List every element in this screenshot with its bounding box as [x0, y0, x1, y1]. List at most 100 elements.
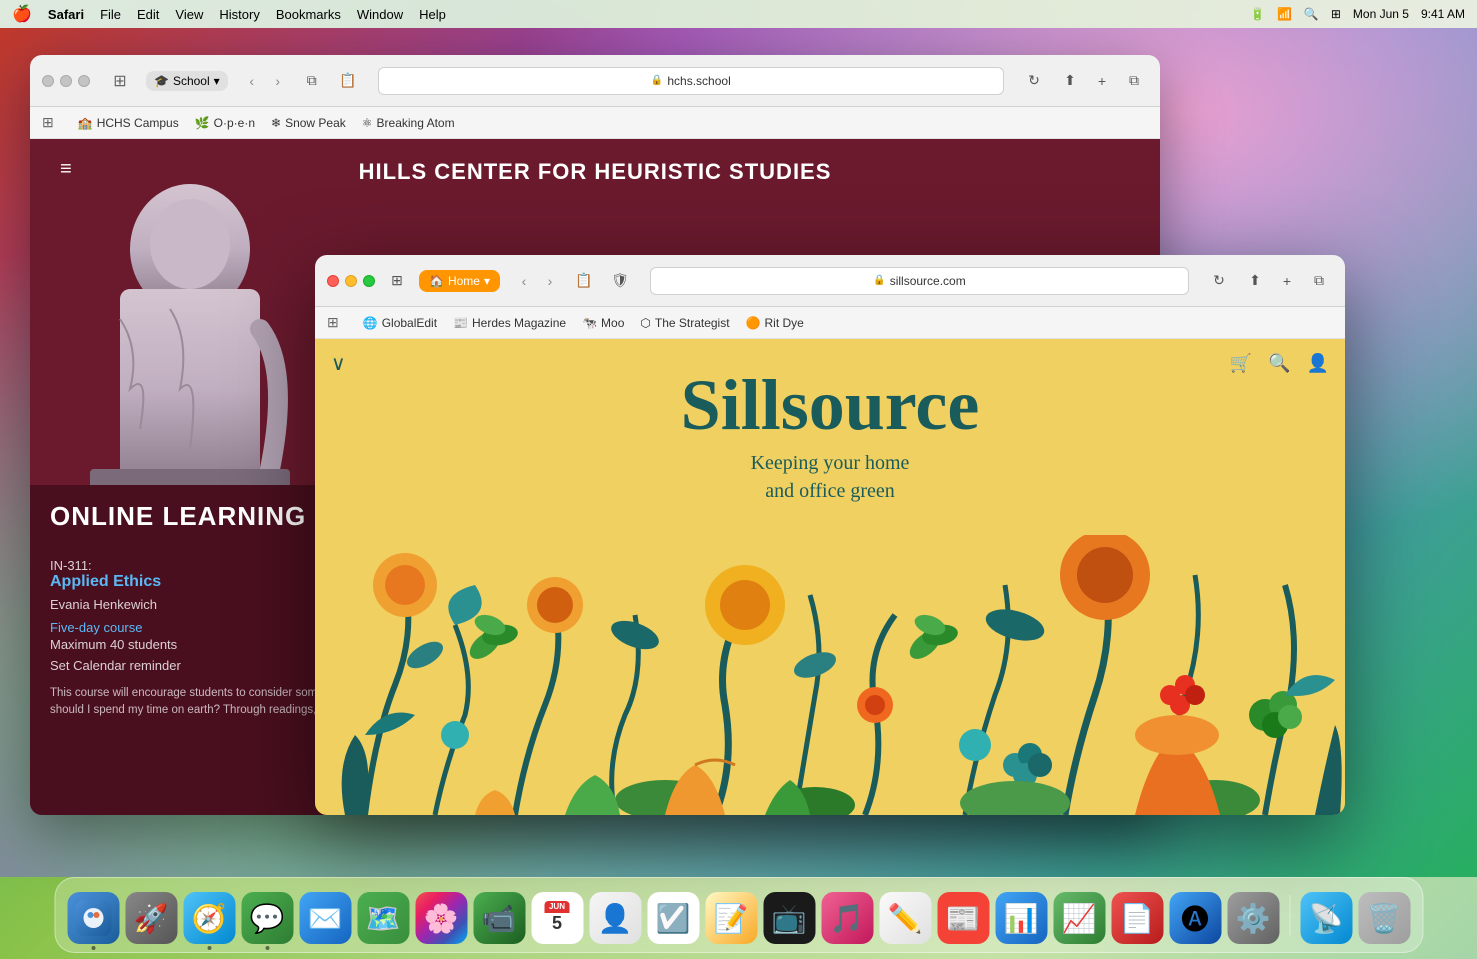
minimize-button-hchs[interactable] — [60, 75, 72, 87]
dock-keynote[interactable]: 📊 — [995, 892, 1047, 944]
browser-toolbar-hchs: ⊞ 🎓 School ▾ ‹ › ⧉ 📋 🔒 hchs.school ↻ ⬆ +… — [30, 55, 1160, 107]
dock-pages[interactable]: 📄 — [1111, 892, 1163, 944]
sillsource-website-content: ∨ 🛒 🔍 👤 Sillsource Keeping your home and… — [315, 339, 1345, 815]
bookmark-globaledit[interactable]: 🌐 GlobalEdit — [363, 316, 437, 330]
dock-launchpad[interactable]: 🚀 — [125, 892, 177, 944]
dock-system-settings[interactable]: ⚙️ — [1227, 892, 1279, 944]
tab-overview-sillsource[interactable]: ⧉ — [1305, 267, 1333, 295]
sidebar-toggle-sillsource[interactable]: ⊞ — [383, 267, 411, 295]
dock-music[interactable]: 🎵 — [821, 892, 873, 944]
forward-button-hchs[interactable]: › — [266, 69, 290, 93]
search-icon[interactable]: 🔍 — [1268, 353, 1290, 374]
dock-maps[interactable]: 🗺️ — [357, 892, 409, 944]
cart-icon[interactable]: 🛒 — [1230, 353, 1252, 374]
wifi-icon: 📶 — [1277, 7, 1292, 21]
toolbar-actions-hchs: ⬆ + ⧉ — [1056, 67, 1148, 95]
address-bar-hchs[interactable]: 🔒 hchs.school — [378, 67, 1004, 95]
sillsource-nav: ∨ 🛒 🔍 👤 — [331, 351, 1329, 376]
share-sheet-hchs[interactable]: ⧉ — [298, 67, 326, 95]
dock-photos[interactable]: 🌸 — [415, 892, 467, 944]
bookmark-snow-peak[interactable]: ❄ Snow Peak — [271, 116, 346, 130]
browser-window-sillsource: ⊞ 🏠 Home ▾ ‹ › 📋 🛡 🔒 sillsource.com ↻ ⬆ … — [315, 255, 1345, 815]
menu-bar: 🍎 Safari File Edit View History Bookmark… — [0, 0, 1477, 28]
tab-group-sillsource[interactable]: 🏠 Home ▾ — [419, 270, 500, 292]
dock-safari[interactable]: 🧭 — [183, 892, 235, 944]
apple-menu[interactable]: 🍎 — [12, 4, 32, 24]
traffic-lights-hchs — [42, 75, 90, 87]
bookmark-herdes[interactable]: 📰 Herdes Magazine — [453, 316, 566, 330]
time: 9:41 AM — [1421, 7, 1465, 21]
browser-toolbar-sillsource: ⊞ 🏠 Home ▾ ‹ › 📋 🛡 🔒 sillsource.com ↻ ⬆ … — [315, 255, 1345, 307]
address-bar-sillsource[interactable]: 🔒 sillsource.com — [650, 267, 1189, 295]
url-hchs[interactable]: hchs.school — [667, 74, 730, 88]
menu-edit[interactable]: Edit — [137, 7, 159, 22]
dock-reminders[interactable]: ☑️ — [647, 892, 699, 944]
reload-button-sillsource[interactable]: ↻ — [1205, 267, 1233, 295]
hamburger-menu-icon[interactable]: ≡ — [60, 159, 72, 179]
dock-freeform[interactable]: ✏️ — [879, 892, 931, 944]
share-button-hchs[interactable]: ⬆ — [1056, 67, 1084, 95]
shield-icon-sillsource[interactable]: 🛡 — [606, 267, 634, 295]
back-button-hchs[interactable]: ‹ — [240, 69, 264, 93]
dock-contacts[interactable]: 👤 — [589, 892, 641, 944]
dock-news[interactable]: 📰 — [937, 892, 989, 944]
account-icon[interactable]: 👤 — [1307, 353, 1329, 374]
forward-button-sillsource[interactable]: › — [538, 269, 562, 293]
new-tab-button-hchs[interactable]: + — [1088, 67, 1116, 95]
url-sillsource[interactable]: sillsource.com — [890, 274, 966, 288]
dock-finder[interactable] — [67, 892, 119, 944]
minimize-button-sillsource[interactable] — [345, 275, 357, 287]
close-button-hchs[interactable] — [42, 75, 54, 87]
bookmark-ritdye[interactable]: 🟠 Rit Dye — [746, 316, 804, 330]
bookmark-icon-globaledit: 🌐 — [363, 316, 378, 330]
bookmark-open[interactable]: 🌿 O·p·e·n — [195, 116, 255, 130]
menu-bookmarks[interactable]: Bookmarks — [276, 7, 341, 22]
dock-airdrop[interactable]: 📡 — [1300, 892, 1352, 944]
tab-group-hchs[interactable]: 🎓 School ▾ — [146, 71, 228, 91]
dock-numbers[interactable]: 📈 — [1053, 892, 1105, 944]
bookmark-icon-snow-peak: ❄ — [271, 116, 281, 130]
clock: Mon Jun 5 — [1353, 7, 1409, 21]
back-button-sillsource[interactable]: ‹ — [512, 269, 536, 293]
new-tab-button-sillsource[interactable]: + — [1273, 267, 1301, 295]
fullscreen-button-sillsource[interactable] — [363, 275, 375, 287]
dock-tv[interactable]: 📺 — [763, 892, 815, 944]
tab-overview-hchs[interactable]: ⧉ — [1120, 67, 1148, 95]
bookmark-icon-moo: 🐄 — [582, 316, 597, 330]
menu-history[interactable]: History — [219, 7, 259, 22]
bookmark-breaking-atom[interactable]: ⚛ Breaking Atom — [362, 116, 455, 130]
grid-icon-hchs: ⊞ — [42, 114, 54, 131]
menu-file[interactable]: File — [100, 7, 121, 22]
bookmark-hchs-campus[interactable]: 🏫 HCHS Campus — [78, 116, 179, 130]
dock-mail[interactable]: ✉️ — [299, 892, 351, 944]
dock-calendar[interactable]: JUN 5 — [531, 892, 583, 944]
menu-window[interactable]: Window — [357, 7, 403, 22]
fullscreen-button-hchs[interactable] — [78, 75, 90, 87]
reader-icon-hchs[interactable]: 📋 — [334, 67, 362, 95]
bookmarks-bar-sillsource: ⊞ 🌐 GlobalEdit 📰 Herdes Magazine 🐄 Moo ⬡… — [315, 307, 1345, 339]
dock-facetime[interactable]: 📹 — [473, 892, 525, 944]
menu-help[interactable]: Help — [419, 7, 446, 22]
search-menubar-icon[interactable]: 🔍 — [1304, 7, 1319, 21]
sillsource-chevron-icon[interactable]: ∨ — [331, 351, 346, 376]
tab-group-label-hchs: School — [173, 74, 210, 88]
reader-icon-sillsource[interactable]: 📋 — [570, 267, 598, 295]
bookmark-icon-open: 🌿 — [195, 116, 210, 130]
bookmark-moo[interactable]: 🐄 Moo — [582, 316, 624, 330]
dock-appstore[interactable]: 🅐 — [1169, 892, 1221, 944]
dock-notes[interactable]: 📝 — [705, 892, 757, 944]
sidebar-toggle-hchs[interactable]: ⊞ — [106, 67, 134, 95]
app-name[interactable]: Safari — [48, 7, 84, 22]
dock-trash[interactable]: 🗑️ — [1358, 892, 1410, 944]
bookmark-icon-herdes: 📰 — [453, 316, 468, 330]
nav-arrows-sillsource: ‹ › — [512, 269, 562, 293]
toolbar-actions-sillsource: ⬆ + ⧉ — [1241, 267, 1333, 295]
dock-messages[interactable]: 💬 — [241, 892, 293, 944]
menu-view[interactable]: View — [175, 7, 203, 22]
bookmark-strategist[interactable]: ⬡ The Strategist — [640, 316, 729, 330]
close-button-sillsource[interactable] — [327, 275, 339, 287]
reload-button-hchs[interactable]: ↻ — [1020, 67, 1048, 95]
control-center-icon[interactable]: ⊞ — [1331, 7, 1341, 21]
share-button-sillsource[interactable]: ⬆ — [1241, 267, 1269, 295]
grid-icon-sillsource: ⊞ — [327, 314, 339, 331]
